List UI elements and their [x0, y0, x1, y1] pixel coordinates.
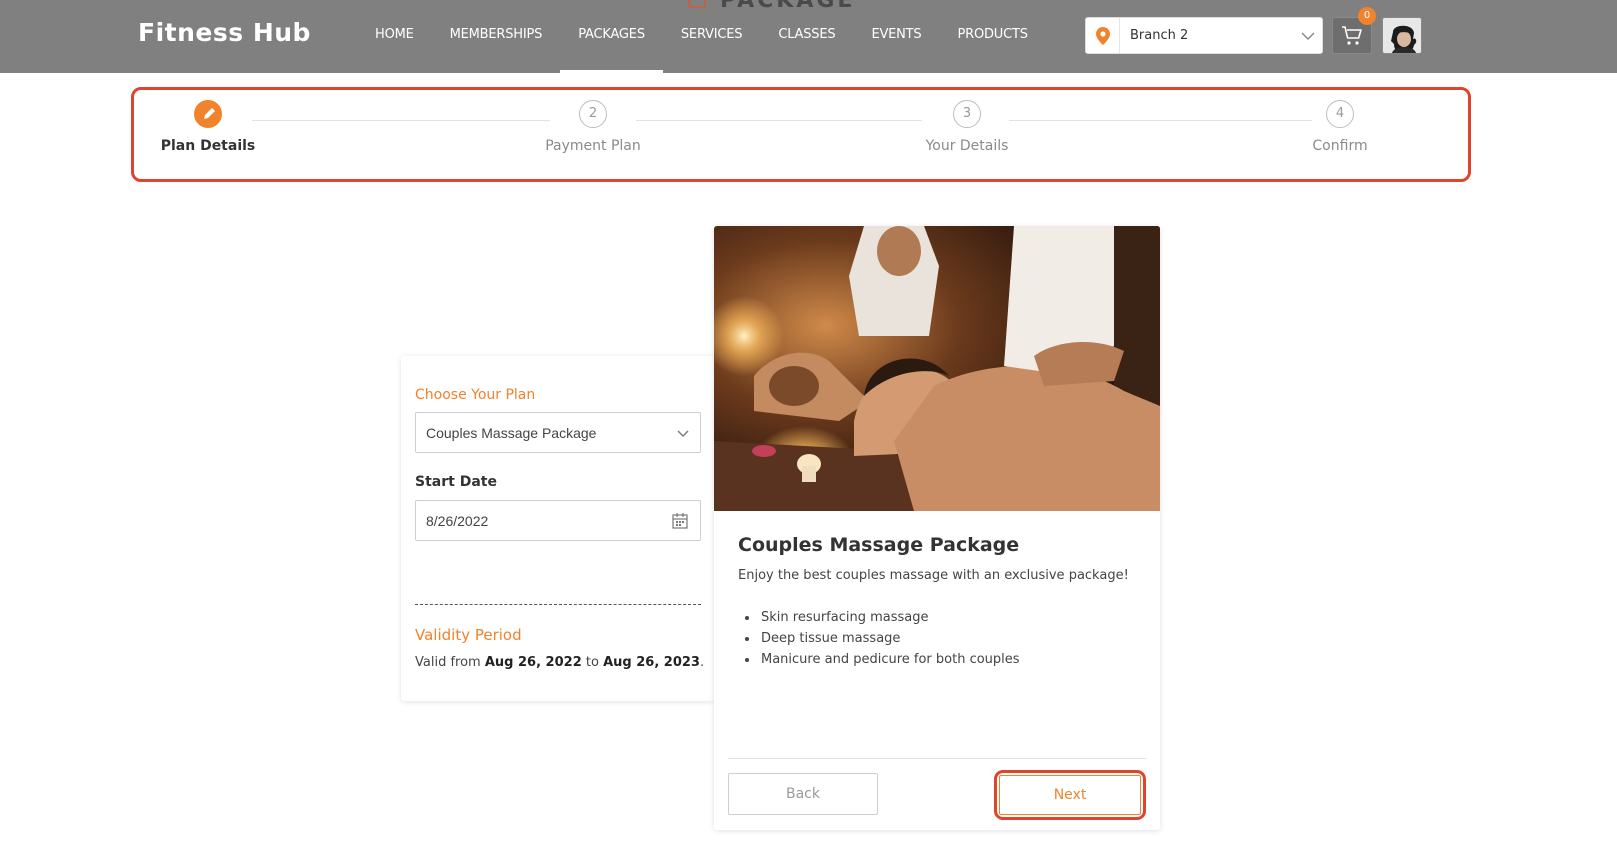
- step-connector: [636, 120, 922, 121]
- validity-prefix: Valid from: [415, 655, 481, 670]
- validity-to-word: to: [585, 655, 599, 670]
- cart-icon: [1342, 25, 1362, 45]
- step-label: Payment Plan: [545, 138, 641, 154]
- step-payment-plan[interactable]: 2 Payment Plan: [528, 100, 658, 154]
- start-date-input[interactable]: 8/26/2022: [415, 500, 701, 541]
- calendar-icon[interactable]: [672, 512, 688, 529]
- validity-to: Aug 26, 2023: [603, 655, 700, 670]
- package-card: Couples Massage Package Enjoy the best c…: [714, 226, 1160, 830]
- step-connector: [252, 120, 550, 121]
- validity-from: Aug 26, 2022: [484, 655, 582, 670]
- plan-select-value: Couples Massage Package: [426, 424, 597, 441]
- plan-form-card: Choose Your Plan Couples Massage Package…: [401, 356, 714, 701]
- location-pin-icon: [1086, 18, 1120, 53]
- checkout-stepper: Plan Details 2 Payment Plan 3 Your Detai…: [131, 87, 1471, 182]
- branch-select[interactable]: Branch 2: [1085, 17, 1323, 54]
- validity-label: Validity Period: [415, 626, 522, 644]
- step-your-details[interactable]: 3 Your Details: [902, 100, 1032, 154]
- validity-text: Valid from Aug 26, 2022 to Aug 26, 2023.: [415, 655, 704, 670]
- list-item: Skin resurfacing massage: [738, 607, 1020, 628]
- nav-products[interactable]: PRODUCTS: [939, 0, 1045, 73]
- step-circle-active: [194, 100, 222, 128]
- nav-memberships[interactable]: MEMBERSHIPS: [432, 0, 561, 73]
- plan-select[interactable]: Couples Massage Package: [415, 412, 701, 453]
- cart-button[interactable]: 0: [1332, 7, 1376, 54]
- nav-home[interactable]: HOME: [357, 0, 432, 73]
- step-connector: [1009, 120, 1312, 121]
- pencil-icon: [204, 108, 215, 119]
- list-item: Manicure and pedicure for both couples: [738, 649, 1020, 670]
- divider: [728, 758, 1146, 759]
- plan-label: Choose Your Plan: [415, 387, 536, 403]
- next-button-highlight: Next: [994, 770, 1146, 820]
- step-confirm[interactable]: 4 Confirm: [1275, 100, 1405, 154]
- back-button[interactable]: Back: [728, 773, 878, 815]
- step-number: 3: [953, 100, 981, 128]
- divider: [415, 604, 701, 605]
- top-header: PACKAGE Fitness Hub HOME MEMBERSHIPS PAC…: [0, 0, 1617, 73]
- step-label: Confirm: [1312, 138, 1368, 154]
- chevron-down-icon: [1294, 32, 1322, 40]
- step-label: Your Details: [925, 138, 1009, 154]
- next-button[interactable]: Next: [999, 775, 1141, 815]
- step-label: Plan Details: [160, 138, 256, 154]
- nav-classes[interactable]: CLASSES: [760, 0, 853, 73]
- package-features: Skin resurfacing massage Deep tissue mas…: [738, 607, 1020, 670]
- chevron-down-icon: [677, 430, 689, 437]
- nav-events[interactable]: EVENTS: [853, 0, 939, 73]
- user-avatar[interactable]: [1382, 17, 1422, 54]
- brand-logo[interactable]: Fitness Hub: [138, 18, 311, 47]
- cart-count-badge: 0: [1358, 7, 1376, 25]
- package-title: Couples Massage Package: [738, 534, 1020, 556]
- branch-select-value: Branch 2: [1130, 28, 1189, 43]
- list-item: Deep tissue massage: [738, 628, 1020, 649]
- main-nav: HOME MEMBERSHIPS PACKAGES SERVICES CLASS…: [357, 0, 1046, 73]
- nav-packages[interactable]: PACKAGES: [560, 0, 663, 73]
- step-number: 4: [1326, 100, 1354, 128]
- validity-suffix: .: [699, 655, 705, 670]
- package-description: Enjoy the best couples massage with an e…: [738, 568, 1129, 583]
- step-number: 2: [579, 100, 607, 128]
- package-image: [714, 226, 1160, 511]
- start-date-label: Start Date: [415, 474, 497, 490]
- nav-services[interactable]: SERVICES: [663, 0, 760, 73]
- start-date-value: 8/26/2022: [426, 512, 489, 529]
- step-plan-details[interactable]: Plan Details: [143, 100, 273, 154]
